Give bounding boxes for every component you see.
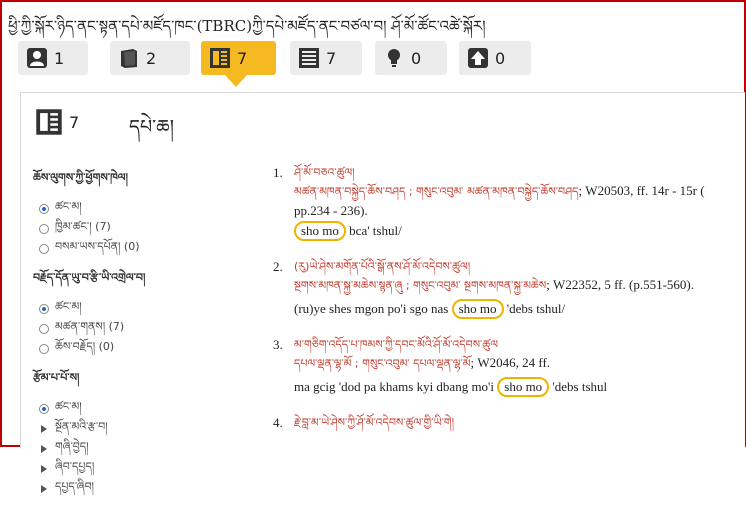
facet-option-label: ཆོས་བརྗོད། (0) bbox=[55, 339, 115, 353]
translit-pre: ma gcig 'dod pa khams kyi dbang mo'i bbox=[294, 379, 498, 394]
result-title-link[interactable]: རྗེ་བླ་མ་ཡེ་ཤེས་ཀྱི་ཤོ་མོ་འདེབས་ཚུལ་གྱི་… bbox=[294, 415, 743, 431]
lightbulb-icon bbox=[388, 49, 400, 67]
result-number: 3. bbox=[273, 337, 283, 352]
result-author-link[interactable]: མཚན་མཁན་བསྐྱེད་ཆོས་བཤད ; གསུང་འབུམ་ མཚན་… bbox=[294, 185, 578, 198]
facet-expander[interactable]: དཔྱད་ཞིབ། bbox=[33, 479, 233, 499]
facet-sidebar: ཆོས་ལུགས་ཀྱི་ཕྱོགས་ཁེལ། ཚང་མ། ཁྱིམ་ཚང་། … bbox=[33, 165, 233, 505]
expand-triangle-icon bbox=[41, 485, 47, 493]
result-title-link[interactable]: མ་གཅིག་འདོད་པ་ཁམས་ཀྱི་དབང་མོའི་ཤོ་མོ་འདེ… bbox=[294, 337, 743, 353]
facet-expander-label: དཔྱད་ཞིབ། bbox=[55, 479, 94, 493]
panel-header: 7 bbox=[35, 107, 79, 137]
radio-button[interactable] bbox=[39, 404, 49, 414]
result-item: 3. མ་གཅིག་འདོད་པ་ཁམས་ཀྱི་དབང་མོའི་ཤོ་མོ་… bbox=[273, 337, 743, 415]
result-number: 4. bbox=[273, 415, 283, 430]
result-reference: ; W22352, 5 ff. (p.551-560). bbox=[546, 277, 694, 292]
upload-icon bbox=[468, 48, 488, 68]
window-frame-top bbox=[0, 0, 746, 2]
results-panel: 7 དཔེ་ཆ། ཆོས་ལུགས་ཀྱི་ཕྱོགས་ཁེལ། ཚང་མ། ཁ… bbox=[20, 92, 745, 493]
result-item: 4. རྗེ་བླ་མ་ཡེ་ཤེས་ཀྱི་ཤོ་མོ་འདེབས་ཚུལ་ག… bbox=[273, 415, 743, 439]
facet-group: རྩོམ་པ་པོ་ས། ཚང་མ། སྔོན་མའི་རྩ་བ། གཞི་བྱ… bbox=[33, 365, 233, 499]
tab-topics[interactable]: 0 bbox=[375, 41, 447, 75]
radio-button[interactable] bbox=[39, 304, 49, 314]
tab-count: 0 bbox=[495, 48, 506, 68]
translit-post: 'debs tshul bbox=[549, 379, 608, 394]
result-pages: pp.234 - 236). bbox=[294, 203, 368, 218]
result-item: 2. (རུ)ཡེ་ཤེས་མགོན་པོའི་སྒོ་ནས་ཤོ་མོ་འདེ… bbox=[273, 259, 743, 337]
text-list-icon bbox=[299, 48, 319, 68]
tab-count: 2 bbox=[146, 48, 157, 68]
search-term-highlight: sho mo bbox=[451, 299, 504, 319]
result-transliteration: (ru)ye shes mgon po'i sgo nas sho mo 'de… bbox=[294, 299, 743, 319]
results-list: 1. ཤོ་མོ་བཅའ་ཚུལ། མཚན་མཁན་བསྐྱེད་ཆོས་བཤད… bbox=[273, 165, 743, 439]
tab-count: 7 bbox=[237, 48, 248, 68]
tab-texts[interactable]: 7 bbox=[201, 41, 276, 75]
result-author-link[interactable]: སྔགས་མཁན་སྐྱ་མཆེས་སྙན་ཞུ ; གསུང་འབུམ་ སྔ… bbox=[294, 279, 546, 292]
result-transliteration: sho mo bca' tshul/ bbox=[294, 221, 743, 241]
radio-button[interactable] bbox=[39, 324, 49, 334]
radio-button[interactable] bbox=[39, 204, 49, 214]
facet-group: ཆོས་ལུགས་ཀྱི་ཕྱོགས་ཁེལ། ཚང་མ། ཁྱིམ་ཚང་། … bbox=[33, 165, 233, 259]
tab-count: 1 bbox=[54, 48, 65, 68]
book-icon bbox=[121, 49, 137, 68]
facet-option[interactable]: བསམ་ཡས་དཔོན། (0) bbox=[33, 239, 233, 259]
facet-heading: ཆོས་ལུགས་ཀྱི་ཕྱོགས་ཁེལ། bbox=[33, 171, 128, 184]
translit-post: 'debs tshul/ bbox=[503, 301, 566, 316]
text-list-icon bbox=[36, 109, 62, 135]
tab-count: 0 bbox=[411, 48, 422, 68]
tab-places[interactable]: 0 bbox=[459, 41, 531, 75]
result-reference: ; W20503, ff. 14r - 15r ( bbox=[578, 183, 705, 198]
facet-heading: བརྗོད་དོན་ཡུ་བ་རྩི་ཡི་འགྲེལ་བ། bbox=[33, 271, 146, 284]
result-author-link[interactable]: དཔལ་ལྡན་ལྷ་མོ ; གསུང་འབུམ་ དཔལ་ལྡན་ལྷ་མོ bbox=[294, 357, 470, 370]
expand-triangle-icon bbox=[41, 465, 47, 473]
result-reference: ; W2046, 24 ff. bbox=[470, 355, 551, 370]
expand-triangle-icon bbox=[41, 425, 47, 433]
tab-count: 7 bbox=[326, 48, 337, 68]
facet-group: བརྗོད་དོན་ཡུ་བ་རྩི་ཡི་འགྲེལ་བ། ཚང་མ། མཚན… bbox=[33, 265, 233, 359]
result-transliteration: ma gcig 'dod pa khams kyi dbang mo'i sho… bbox=[294, 377, 743, 397]
window-frame-left bbox=[0, 0, 2, 447]
facet-heading: རྩོམ་པ་པོ་ས། bbox=[33, 371, 80, 384]
tab-outlines[interactable]: 7 bbox=[290, 41, 362, 75]
translit-pre: (ru)ye shes mgon po'i sgo nas bbox=[294, 301, 452, 316]
radio-button[interactable] bbox=[39, 344, 49, 354]
translit-post: bca' tshul/ bbox=[345, 223, 402, 238]
result-number: 1. bbox=[273, 165, 283, 180]
result-item: 1. ཤོ་མོ་བཅའ་ཚུལ། མཚན་མཁན་བསྐྱེད་ཆོས་བཤད… bbox=[273, 165, 743, 253]
facet-option[interactable]: ཆོས་བརྗོད། (0) bbox=[33, 339, 233, 359]
search-term-highlight: sho mo bbox=[294, 221, 346, 241]
expand-triangle-icon bbox=[41, 445, 47, 453]
result-number: 2. bbox=[273, 259, 283, 274]
person-icon bbox=[27, 48, 47, 68]
tab-works[interactable]: 2 bbox=[110, 41, 190, 75]
facet-option-label: བསམ་ཡས་དཔོན། (0) bbox=[55, 239, 140, 253]
radio-button[interactable] bbox=[39, 224, 49, 234]
tab-persons[interactable]: 1 bbox=[18, 41, 88, 75]
search-term-highlight: sho mo bbox=[497, 377, 550, 397]
result-title-link[interactable]: ཤོ་མོ་བཅའ་ཚུལ། bbox=[294, 165, 743, 181]
result-title-link[interactable]: (རུ)ཡེ་ཤེས་མགོན་པོའི་སྒོ་ནས་ཤོ་མོ་འདེབས་… bbox=[294, 259, 743, 275]
radio-button[interactable] bbox=[39, 244, 49, 254]
panel-title: དཔེ་ཆ། bbox=[129, 116, 174, 138]
panel-count: 7 bbox=[69, 112, 80, 132]
text-list-icon bbox=[210, 48, 230, 68]
active-tab-pointer bbox=[225, 75, 247, 87]
